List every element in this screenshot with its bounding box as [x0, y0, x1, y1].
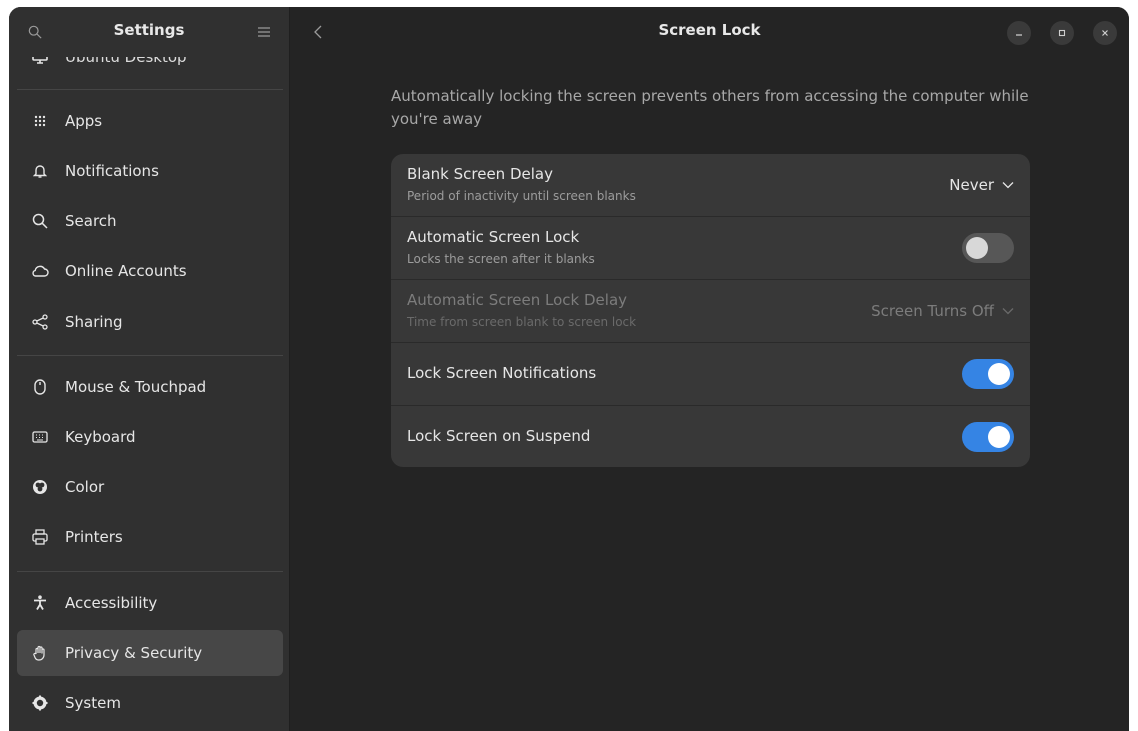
sidebar-item-mouse-touchpad[interactable]: Mouse & Touchpad	[17, 364, 283, 410]
printer-icon	[31, 528, 49, 546]
settings-card: Blank Screen Delay Period of inactivity …	[391, 154, 1030, 467]
blank-screen-delay-row[interactable]: Blank Screen Delay Period of inactivity …	[391, 154, 1030, 217]
sidebar-item-label: Notifications	[65, 162, 159, 180]
hand-icon	[31, 644, 49, 662]
sidebar-item-label: Apps	[65, 112, 103, 130]
sidebar-item-label: Printers	[65, 528, 123, 546]
toggle-knob	[966, 237, 988, 259]
lock-screen-on-suspend-toggle[interactable]	[962, 422, 1014, 452]
settings-window: Ubuntu Desktop Apps Notifications Search…	[9, 7, 1129, 731]
sidebar-item-apps[interactable]: Apps	[17, 98, 283, 144]
row-subtitle: Period of inactivity until screen blanks	[407, 189, 636, 203]
keyboard-icon	[31, 428, 49, 446]
automatic-screen-lock-toggle[interactable]	[962, 233, 1014, 263]
page-title: Screen Lock	[658, 21, 761, 39]
row-title: Lock Screen on Suspend	[407, 427, 591, 445]
gear-icon	[31, 694, 49, 712]
sidebar-list[interactable]: Ubuntu Desktop Apps Notifications Search…	[9, 7, 289, 731]
chevron-down-icon	[1002, 179, 1014, 191]
search-icon	[31, 212, 49, 230]
sidebar-item-privacy-security[interactable]: Privacy & Security	[17, 630, 283, 676]
sidebar-item-keyboard[interactable]: Keyboard	[17, 414, 283, 460]
automatic-screen-lock-row[interactable]: Automatic Screen Lock Locks the screen a…	[391, 217, 1030, 280]
sidebar-item-label: Online Accounts	[65, 262, 187, 280]
sidebar-item-label: Mouse & Touchpad	[65, 378, 207, 396]
color-icon	[31, 478, 49, 496]
page-description: Automatically locking the screen prevent…	[391, 87, 1029, 128]
sidebar-title: Settings	[113, 21, 185, 39]
cloud-icon	[31, 262, 49, 280]
blank-screen-delay-dropdown[interactable]: Never	[949, 176, 1014, 194]
row-title: Automatic Screen Lock	[407, 228, 580, 246]
titlebar: Screen Lock	[290, 7, 1129, 57]
sidebar-item-label: System	[65, 694, 121, 712]
share-icon	[31, 313, 49, 331]
sidebar-item-printers[interactable]: Printers	[17, 514, 283, 560]
maximize-icon	[1058, 29, 1066, 37]
row-subtitle: Time from screen blank to screen lock	[407, 315, 637, 329]
chevron-down-icon	[1002, 305, 1014, 317]
accessibility-icon	[31, 594, 49, 612]
sidebar-item-label: Search	[65, 212, 117, 230]
lock-screen-notifications-row[interactable]: Lock Screen Notifications	[391, 343, 1030, 406]
row-title: Lock Screen Notifications	[407, 364, 597, 382]
dropdown-value: Never	[949, 176, 994, 194]
sidebar-separator	[17, 89, 283, 90]
mouse-icon	[31, 378, 49, 396]
toggle-knob	[988, 363, 1010, 385]
minimize-button[interactable]	[1007, 21, 1031, 45]
sidebar-separator	[17, 355, 283, 356]
sidebar-item-search[interactable]: Search	[17, 198, 283, 244]
sidebar: Ubuntu Desktop Apps Notifications Search…	[9, 7, 290, 731]
lock-screen-notifications-toggle[interactable]	[962, 359, 1014, 389]
sidebar-item-system[interactable]: System	[17, 680, 283, 726]
sidebar-item-online-accounts[interactable]: Online Accounts	[17, 248, 283, 294]
automatic-screen-lock-delay-dropdown: Screen Turns Off	[871, 302, 1014, 320]
hamburger-menu-icon[interactable]	[254, 22, 274, 42]
row-subtitle: Locks the screen after it blanks	[407, 252, 595, 266]
sidebar-item-label: Accessibility	[65, 594, 158, 612]
sidebar-header: Settings	[9, 7, 289, 57]
minimize-icon	[1016, 34, 1022, 36]
sidebar-item-label: Color	[65, 478, 105, 496]
bell-icon	[31, 162, 49, 180]
close-icon	[1102, 30, 1108, 36]
sidebar-item-accessibility[interactable]: Accessibility	[17, 580, 283, 626]
lock-screen-on-suspend-row[interactable]: Lock Screen on Suspend	[391, 406, 1030, 467]
sidebar-item-label: Sharing	[65, 313, 123, 331]
row-title: Automatic Screen Lock Delay	[407, 291, 628, 309]
sidebar-item-notifications[interactable]: Notifications	[17, 148, 283, 194]
sidebar-item-sharing[interactable]: Sharing	[17, 299, 283, 345]
automatic-screen-lock-delay-row: Automatic Screen Lock Delay Time from sc…	[391, 280, 1030, 343]
toggle-knob	[988, 426, 1010, 448]
sidebar-item-label: Privacy & Security	[65, 644, 203, 662]
main-content: Screen Lock Automatically locking the sc…	[290, 7, 1129, 731]
sidebar-item-color[interactable]: Color	[17, 464, 283, 510]
sidebar-separator	[17, 571, 283, 572]
maximize-button[interactable]	[1050, 21, 1074, 45]
dropdown-value: Screen Turns Off	[871, 302, 994, 320]
apps-grid-icon	[31, 112, 49, 130]
sidebar-item-label: Keyboard	[65, 428, 136, 446]
close-button[interactable]	[1093, 21, 1117, 45]
row-title: Blank Screen Delay	[407, 165, 553, 183]
